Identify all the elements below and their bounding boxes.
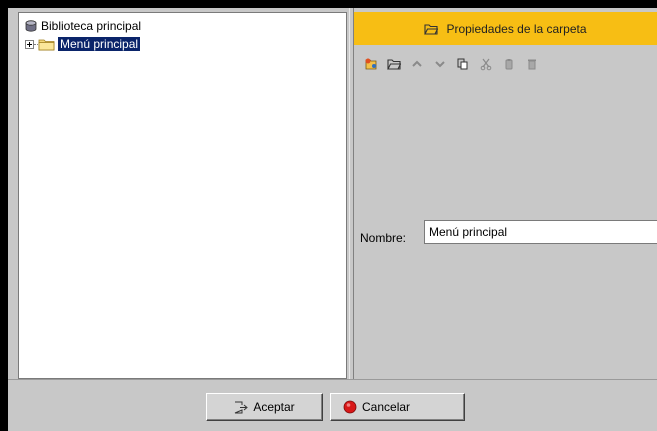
cancel-icon xyxy=(343,400,357,414)
move-down-button[interactable] xyxy=(431,55,449,73)
accept-icon xyxy=(235,401,249,413)
folder-icon xyxy=(38,39,55,50)
dialog-window: Biblioteca principal Menú principal Prop… xyxy=(0,0,657,431)
cut-icon xyxy=(480,58,492,71)
delete-icon xyxy=(528,59,536,70)
copy-icon xyxy=(457,58,468,70)
paste-button[interactable] xyxy=(500,55,518,73)
copy-button[interactable] xyxy=(454,55,472,73)
expand-icon[interactable] xyxy=(25,39,34,49)
cancel-label: Cancelar xyxy=(362,400,411,414)
properties-panel: Propiedades de la carpeta Nombre: Menú p… xyxy=(354,8,657,379)
properties-toolbar xyxy=(362,55,546,73)
tree-node-main-menu[interactable]: Menú principal xyxy=(25,36,141,52)
new-folder-icon xyxy=(387,59,401,70)
button-bar: Aceptar Cancelar xyxy=(8,379,657,431)
new-folder-button[interactable] xyxy=(385,55,403,73)
move-up-icon xyxy=(412,60,422,67)
tree-root-label: Biblioteca principal xyxy=(41,19,142,33)
paste-icon xyxy=(505,59,513,70)
new-item-button[interactable] xyxy=(362,55,380,73)
name-field[interactable] xyxy=(424,220,657,244)
library-tree[interactable]: Biblioteca principal Menú principal xyxy=(18,12,347,379)
tree-child-label: Menú principal xyxy=(58,37,141,51)
new-item-icon xyxy=(365,58,377,70)
tree-node-root[interactable]: Biblioteca principal xyxy=(25,18,141,34)
delete-button[interactable] xyxy=(523,55,541,73)
cut-button[interactable] xyxy=(477,55,495,73)
cancel-button[interactable]: Cancelar xyxy=(330,393,465,421)
move-up-button[interactable] xyxy=(408,55,426,73)
properties-title: Propiedades de la carpeta xyxy=(446,21,587,36)
accept-label: Aceptar xyxy=(253,400,295,414)
move-down-icon xyxy=(435,61,445,68)
accept-button[interactable]: Aceptar xyxy=(206,393,323,421)
database-icon xyxy=(25,20,37,32)
properties-header: Propiedades de la carpeta xyxy=(354,12,657,45)
folder-open-icon xyxy=(424,23,439,35)
name-field-label: Nombre: xyxy=(360,231,407,245)
